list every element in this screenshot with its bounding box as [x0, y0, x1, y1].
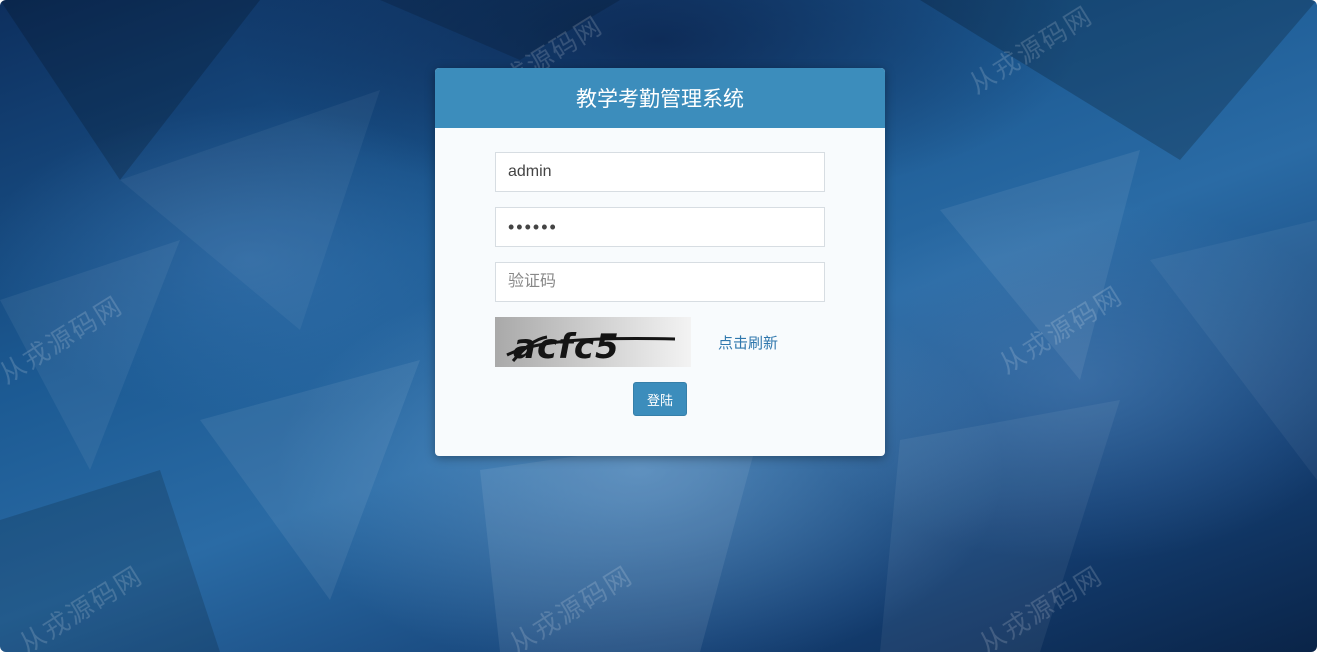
captcha-input[interactable]	[495, 262, 825, 302]
username-input[interactable]	[495, 152, 825, 192]
system-title: 教学考勤管理系统	[576, 88, 744, 111]
login-header: 教学考勤管理系统	[435, 68, 885, 128]
refresh-captcha-link[interactable]: 点击刷新	[718, 332, 778, 353]
login-button[interactable]: 登陆	[633, 382, 687, 416]
password-input[interactable]	[495, 207, 825, 247]
captcha-image[interactable]: acfc5	[495, 317, 691, 367]
login-panel: 教学考勤管理系统 acfc5 点击刷新 登陆	[435, 68, 885, 456]
